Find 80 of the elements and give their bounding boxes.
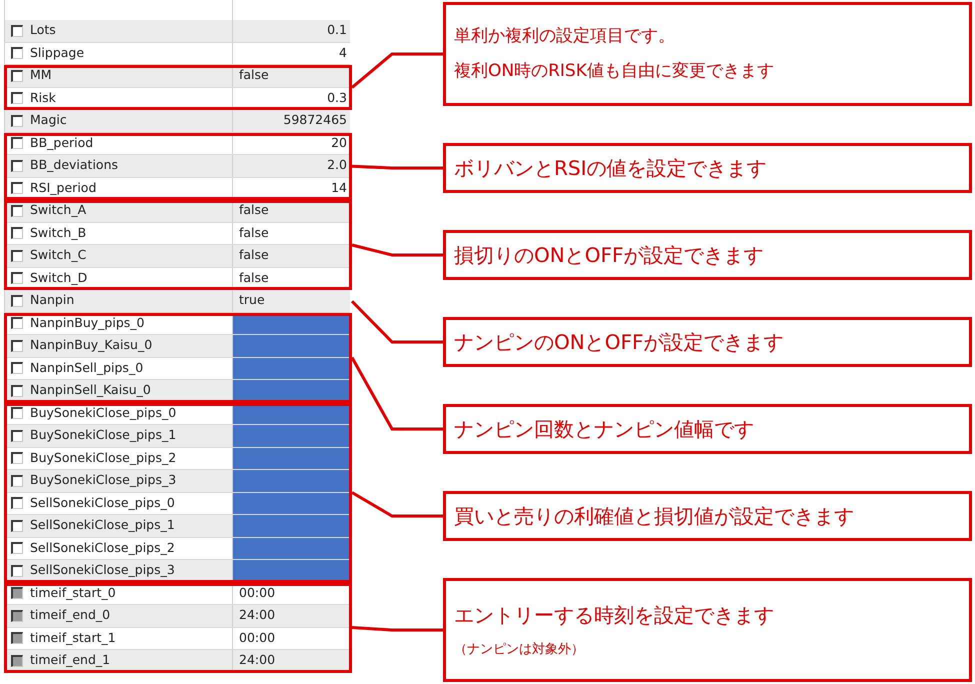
parameter-name: BB_deviations <box>30 156 118 174</box>
callout-text: 複利ON時のRISK値も自由に変更できます <box>454 60 775 83</box>
parameter-name: NanpinSell_pips_0 <box>30 358 144 377</box>
parameter-name: NanpinBuy_pips_0 <box>30 314 144 332</box>
parameter-value: 14 <box>331 178 347 197</box>
parameter-name: MM <box>30 66 52 84</box>
checkbox[interactable] <box>11 182 23 194</box>
parameter-name: SellSonekiClose_pips_1 <box>30 516 175 534</box>
parameter-value: true <box>239 291 265 310</box>
parameter-name: Switch_B <box>30 224 86 242</box>
parameter-name: Switch_D <box>30 268 88 287</box>
parameter-name: BuySonekiClose_pips_2 <box>30 448 176 467</box>
checkbox[interactable] <box>11 137 23 150</box>
parameter-name: Magic <box>30 111 67 130</box>
parameter-value: 59872465 <box>283 111 347 130</box>
checkbox[interactable] <box>11 340 23 352</box>
callout-text: 単利か複利の設定項目です。 <box>454 24 676 48</box>
parameter-value: false <box>239 201 269 220</box>
parameter-value: false <box>239 66 269 84</box>
callout-text: 損切りのONとOFFが設定できます <box>454 242 764 269</box>
checkbox[interactable] <box>11 250 23 262</box>
parameter-value: 24:00 <box>239 651 276 670</box>
checkbox[interactable] <box>11 47 23 60</box>
parameter-name: SellSonekiClose_pips_0 <box>30 494 175 512</box>
parameter-name: BuySonekiClose_pips_3 <box>30 471 176 490</box>
parameter-name: Nanpin <box>30 291 74 310</box>
callout-text: ナンピンのONとOFFが設定できます <box>454 329 784 356</box>
parameter-value: 24:00 <box>239 606 276 624</box>
parameter-name: Slippage <box>30 44 84 62</box>
parameter-name: Switch_C <box>30 246 86 264</box>
parameter-name: BuySonekiClose_pips_0 <box>30 404 176 422</box>
parameter-name: SellSonekiClose_pips_2 <box>30 538 175 557</box>
parameter-name: timeif_start_1 <box>30 628 116 647</box>
parameter-name: Switch_A <box>30 201 86 220</box>
checkbox[interactable] <box>11 204 23 217</box>
checkbox[interactable] <box>11 407 23 420</box>
checkbox[interactable] <box>11 114 23 127</box>
parameter-name: SellSonekiClose_pips_3 <box>30 561 175 580</box>
callout-text: 買いと売りの利確値と損切値が設定できます <box>454 503 855 530</box>
parameter-name: timeif_end_0 <box>30 606 110 624</box>
checkbox[interactable] <box>11 452 23 464</box>
parameter-value: 0.1 <box>327 21 347 40</box>
checkbox[interactable] <box>11 92 23 104</box>
callout-text: エントリーする時刻を設定できます <box>454 602 775 630</box>
parameter-name: timeif_end_1 <box>30 651 110 670</box>
callout-subtext: （ナンピンは対象外） <box>454 641 585 660</box>
checkbox[interactable] <box>11 24 23 37</box>
parameter-name: BuySonekiClose_pips_1 <box>30 426 176 444</box>
parameter-value: 20 <box>331 134 347 152</box>
checkbox[interactable] <box>11 272 23 284</box>
checkbox[interactable] <box>11 362 23 374</box>
parameter-name: Lots <box>30 21 56 40</box>
parameter-value: 00:00 <box>239 584 276 602</box>
checkbox[interactable] <box>11 520 23 532</box>
checkbox[interactable] <box>11 497 23 510</box>
parameter-value: 4 <box>339 44 347 62</box>
checkbox[interactable] <box>11 294 23 307</box>
checkbox[interactable] <box>11 474 23 487</box>
parameter-value: false <box>239 268 269 287</box>
parameter-value: false <box>239 246 269 264</box>
parameter-value: false <box>239 224 269 242</box>
parameter-name: BB_period <box>30 134 94 152</box>
checkbox[interactable] <box>11 384 23 397</box>
parameter-value: 00:00 <box>239 628 276 647</box>
callout-text: ボリバンとRSIの値を設定できます <box>454 155 768 182</box>
callout-text: ナンピン回数とナンピン値幅です <box>454 416 755 443</box>
checkbox[interactable] <box>11 160 23 172</box>
parameter-name: Risk <box>30 88 56 107</box>
checkbox[interactable] <box>11 430 23 442</box>
parameter-value: 0.3 <box>327 88 347 107</box>
checkbox[interactable] <box>11 70 23 82</box>
parameter-name: timeif_start_0 <box>30 584 116 602</box>
parameter-value: 2.0 <box>327 156 347 174</box>
checkbox[interactable] <box>11 227 23 240</box>
parameter-name: NanpinBuy_Kaisu_0 <box>30 336 152 354</box>
checkbox[interactable] <box>11 542 23 554</box>
parameter-name: NanpinSell_Kaisu_0 <box>30 381 151 400</box>
checkbox[interactable] <box>11 317 23 330</box>
parameter-name: RSI_period <box>30 178 96 197</box>
checkbox[interactable] <box>11 564 23 577</box>
